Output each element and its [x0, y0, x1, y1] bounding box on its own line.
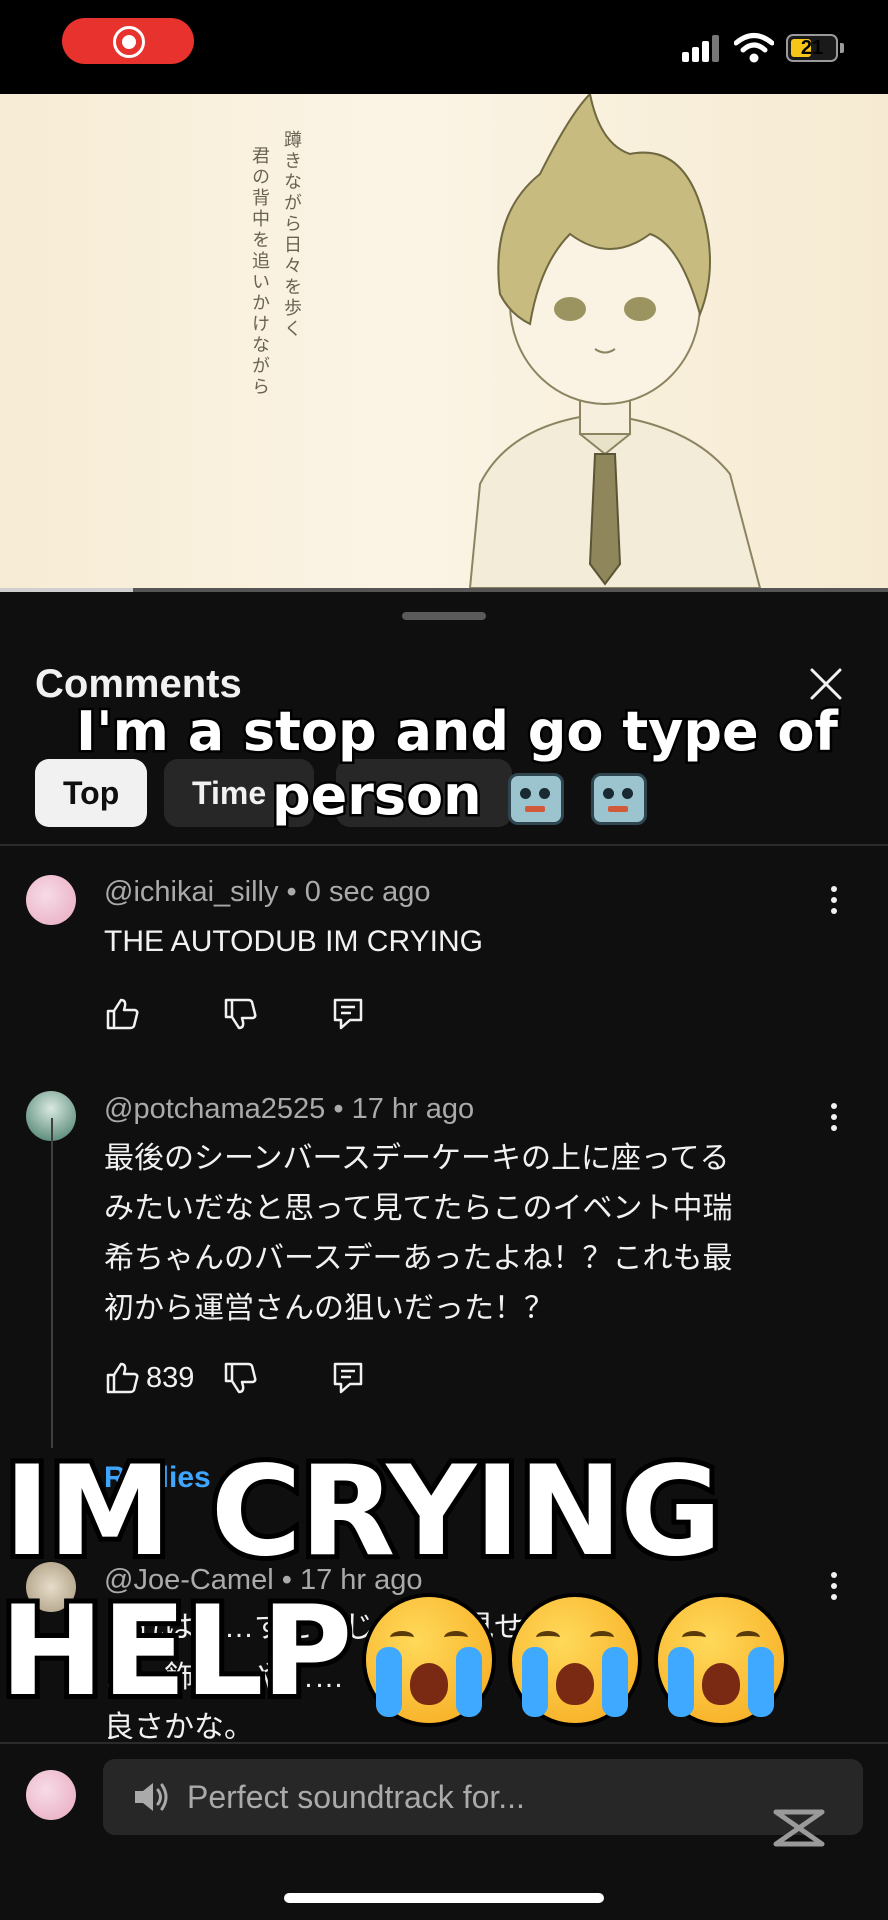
- comment-text: THE AUTODUB IM CRYING: [104, 925, 483, 958]
- anime-character-illustration: [468, 94, 762, 588]
- crying-face-emoji-icon: [654, 1592, 789, 1727]
- cellular-signal-icon: [682, 34, 722, 62]
- lyric-line: 君の背中を追いかけながら: [249, 146, 270, 398]
- more-options-icon[interactable]: [822, 1097, 846, 1137]
- thread-line: [51, 1118, 53, 1448]
- robot-emoji-icon: [591, 773, 648, 826]
- dislike-icon[interactable]: [222, 1360, 258, 1396]
- dislike-icon[interactable]: [222, 996, 258, 1032]
- capcut-watermark-icon: [773, 1809, 825, 1847]
- comment-author[interactable]: @potchama2525: [104, 1093, 325, 1125]
- overlay-caption-line2: person: [270, 762, 485, 830]
- battery-cap: [840, 43, 844, 53]
- comment-time: 0 sec ago: [304, 876, 431, 908]
- robot-emoji-icon: [508, 773, 565, 826]
- overlay-caption-line1: I'm a stop and go type of: [73, 698, 840, 766]
- like-icon[interactable]: [104, 996, 140, 1032]
- lyric-line: 蹲きながら日々を歩く: [281, 130, 302, 340]
- crying-face-emoji-icon: [362, 1592, 497, 1727]
- like-count: 839: [146, 1362, 195, 1394]
- status-bar: 21: [0, 0, 888, 94]
- battery-icon: 21: [786, 34, 838, 62]
- overlay-big-line1: IM CRYING: [0, 1435, 727, 1589]
- avatar: [26, 1770, 76, 1820]
- crying-face-emoji-icon: [508, 1592, 643, 1727]
- reply-icon[interactable]: [330, 996, 366, 1032]
- comment-meta: @ichikai_silly • 0 sec ago: [104, 876, 431, 908]
- comment-input-placeholder: Perfect soundtrack for...: [187, 1779, 525, 1815]
- divider: [0, 844, 888, 846]
- more-options-icon[interactable]: [822, 880, 846, 920]
- close-icon[interactable]: [806, 664, 846, 704]
- home-indicator[interactable]: [284, 1893, 604, 1903]
- reply-icon[interactable]: [330, 1360, 366, 1396]
- overlay-caption-line2-wrap: person: [270, 762, 648, 830]
- sheet-drag-handle[interactable]: [402, 612, 486, 620]
- comment-author[interactable]: @ichikai_silly: [104, 876, 278, 908]
- comment-text: 最後のシーンバースデーケーキの上に座ってる みたいだなと思って見てたらこのイベン…: [104, 1142, 733, 1325]
- tab-top[interactable]: Top: [35, 759, 148, 827]
- like-icon[interactable]: [104, 1360, 140, 1396]
- record-icon: [113, 26, 145, 58]
- screen-recording-indicator[interactable]: [62, 18, 194, 64]
- speaker-icon: [135, 1783, 168, 1811]
- battery-level: 21: [800, 37, 824, 59]
- overlay-big-line2: HELP: [0, 1575, 357, 1729]
- comment-meta: @potchama2525 • 17 hr ago: [104, 1093, 475, 1125]
- more-options-icon[interactable]: [822, 1566, 846, 1606]
- overlay-big-line2-wrap: HELP: [0, 1575, 789, 1729]
- comment-time: 17 hr ago: [351, 1093, 475, 1125]
- video-player[interactable]: 蹲きながら日々を歩く 君の背中を追いかけながら: [0, 94, 888, 588]
- comment-input[interactable]: Perfect soundtrack for...: [103, 1759, 863, 1835]
- avatar[interactable]: [26, 875, 76, 925]
- wifi-icon: [734, 33, 774, 63]
